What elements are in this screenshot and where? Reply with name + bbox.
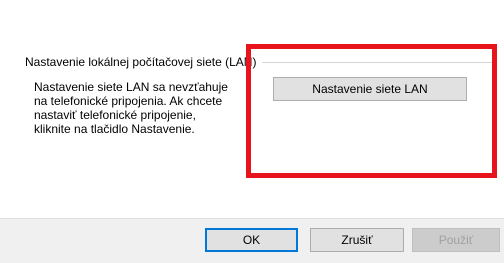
dialog-content: Nastavenie lokálnej počítačovej siete (L… [0,0,504,218]
apply-button: Použiť [412,228,500,252]
cancel-button[interactable]: Zrušiť [310,228,404,252]
description-line: na telefonické pripojenia. Ak chcete [34,94,223,108]
lan-settings-button[interactable]: Nastavenie siete LAN [273,77,467,101]
description-line: kliknite na tlačidlo Nastavenie. [34,122,195,136]
description-line: Nastavenie siete LAN sa nevzťahuje [34,80,228,94]
group-divider [262,62,495,63]
description-line: nastaviť telefonické pripojenie, [34,108,196,122]
ok-button[interactable]: OK [205,228,298,252]
dialog-button-bar: OK Zrušiť Použiť [0,218,504,263]
lan-group-header: Nastavenie lokálnej počítačovej siete (L… [25,53,495,71]
lan-group-title: Nastavenie lokálnej počítačovej siete (L… [25,53,263,71]
lan-group-description: Nastavenie siete LAN sa nevzťahuje na te… [34,80,264,136]
